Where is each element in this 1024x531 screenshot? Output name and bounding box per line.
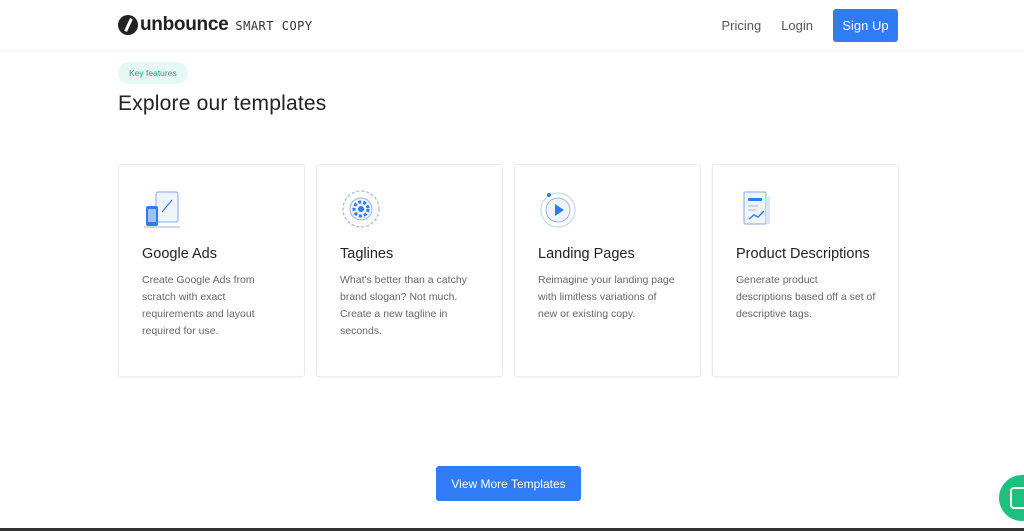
gear-icon: [342, 190, 380, 228]
section-title: Explore our templates: [118, 92, 327, 115]
site-header: unbounce SMART COPY Pricing Login Sign U…: [0, 0, 1024, 50]
signup-button[interactable]: Sign Up: [833, 9, 898, 42]
card-description: Create Google Ads from scratch with exac…: [142, 274, 255, 337]
nav-login-link[interactable]: Login: [781, 18, 813, 33]
card-description: What's better than a catchy brand slogan…: [340, 274, 467, 337]
card-title: Taglines: [340, 246, 394, 262]
play-icon: [540, 192, 576, 228]
logo[interactable]: unbounce SMART COPY: [118, 14, 313, 36]
logo-subtitle: SMART COPY: [235, 19, 313, 33]
document-chart-icon: [743, 191, 770, 225]
card-title: Product Descriptions: [736, 246, 870, 262]
top-nav: Pricing Login Sign Up: [701, 9, 898, 42]
chat-widget-icon[interactable]: [999, 475, 1024, 521]
card-description: Generate product descriptions based off …: [736, 274, 876, 320]
card-title: Google Ads: [142, 246, 217, 262]
key-features-badge: Key features: [118, 62, 188, 84]
unbounce-logo-icon: [118, 15, 138, 35]
card-description: Reimagine your landing page with limitle…: [538, 274, 675, 320]
logo-text: unbounce: [140, 14, 229, 35]
template-card-google-ads[interactable]: Google Ads Create Google Ads from scratc…: [118, 164, 305, 377]
template-cards: Google Ads Create Google Ads from scratc…: [118, 164, 899, 377]
template-card-landing-pages[interactable]: Landing Pages Reimagine your landing pag…: [514, 164, 701, 377]
template-card-taglines[interactable]: Taglines What's better than a catchy bra…: [316, 164, 503, 377]
template-card-product-descriptions[interactable]: Product Descriptions Generate product de…: [712, 164, 899, 377]
view-more-templates-button[interactable]: View More Templates: [436, 466, 581, 501]
devices-icon: [144, 191, 180, 228]
nav-pricing-link[interactable]: Pricing: [721, 18, 761, 33]
card-title: Landing Pages: [538, 246, 635, 262]
